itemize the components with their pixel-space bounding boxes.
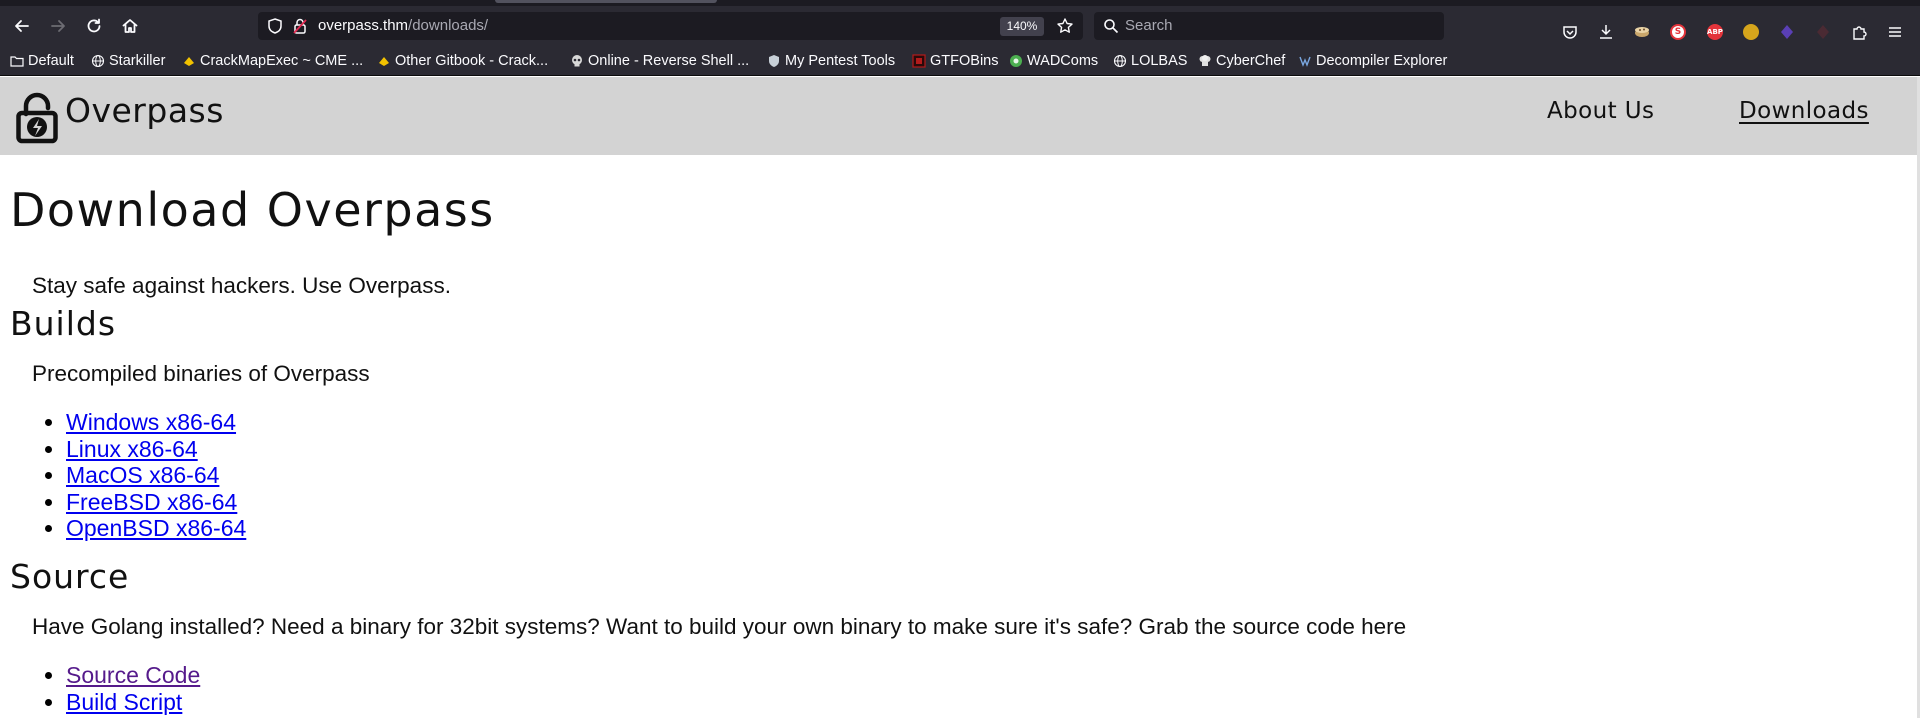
source-list: Source Code Build Script (66, 662, 200, 715)
folder-icon (10, 54, 24, 68)
bookmark-label: LOLBAS (1131, 53, 1188, 69)
download-icon (1600, 25, 1612, 39)
back-button[interactable] (7, 11, 37, 41)
home-button[interactable] (115, 11, 145, 41)
shield-icon (767, 54, 781, 68)
gitbook-icon (182, 54, 196, 68)
bookmark-label: CrackMapExec ~ CME ... (200, 53, 364, 69)
pocket-icon (1563, 26, 1577, 39)
url-text[interactable]: overpass.thm/downloads/ (318, 12, 488, 40)
url-path: /downloads/ (408, 17, 489, 34)
url-host: overpass.thm (318, 17, 409, 34)
bookmarks-toolbar: Default Starkiller CrackMapExec ~ CME ..… (0, 46, 1920, 76)
coin-icon (1743, 24, 1759, 40)
download-macos-link[interactable]: MacOS x86-64 (66, 462, 219, 488)
insecure-lock-icon[interactable] (291, 17, 309, 35)
wadcoms-icon (1009, 54, 1023, 68)
address-bar[interactable]: overpass.thm/downloads/ 140% (258, 12, 1083, 40)
arrow-left-icon (15, 20, 29, 32)
source-description: Have Golang installed? Need a binary for… (32, 614, 1407, 639)
navigation-toolbar: overpass.thm/downloads/ 140% Search S AB… (0, 6, 1920, 46)
bookmark-label: My Pentest Tools (785, 53, 896, 69)
bookmark-reverse-shell[interactable]: Online - Reverse Shell ... (570, 46, 749, 76)
list-item: Linux x86-64 (66, 436, 246, 463)
bookmark-decompiler-explorer[interactable]: Decompiler Explorer (1298, 46, 1447, 76)
bookmark-label: Starkiller (109, 53, 166, 69)
bookmark-other-gitbook[interactable]: Other Gitbook - Crack... (377, 46, 548, 76)
list-item: FreeBSD x86-64 (66, 489, 246, 516)
site-header: Overpass About Us Downloads (0, 77, 1917, 155)
forward-button[interactable] (43, 11, 73, 41)
globe-icon (1113, 54, 1127, 68)
gem-icon (1781, 25, 1793, 39)
bookmark-label: Online - Reverse Shell ... (588, 53, 750, 69)
download-openbsd-link[interactable]: OpenBSD x86-64 (66, 515, 246, 541)
arrow-right-icon (51, 20, 65, 32)
cookie-editor-icon (1635, 27, 1649, 37)
skull-icon (570, 54, 584, 68)
reload-icon (87, 18, 101, 33)
download-linux-link[interactable]: Linux x86-64 (66, 436, 198, 462)
bookmark-cyberchef[interactable]: CyberChef (1198, 46, 1285, 76)
decompiler-icon (1298, 54, 1312, 68)
dark-diamond-icon (1817, 25, 1829, 39)
download-windows-link[interactable]: Windows x86-64 (66, 409, 236, 435)
build-script-link[interactable]: Build Script (66, 689, 182, 715)
bookmark-crackmapexec[interactable]: CrackMapExec ~ CME ... (182, 46, 363, 76)
puzzle-icon (1853, 26, 1867, 40)
gtfobins-icon (912, 54, 926, 68)
bookmark-label: CyberChef (1216, 53, 1286, 69)
source-code-link[interactable]: Source Code (66, 662, 200, 688)
bookmark-lolbas[interactable]: LOLBAS (1113, 46, 1187, 76)
search-placeholder: Search (1125, 17, 1173, 34)
bookmark-label: Default (28, 53, 74, 69)
reload-button[interactable] (79, 11, 109, 41)
site-name[interactable]: Overpass (65, 91, 224, 130)
list-item: OpenBSD x86-64 (66, 515, 246, 542)
download-freebsd-link[interactable]: FreeBSD x86-64 (66, 489, 237, 515)
search-icon (1104, 19, 1119, 34)
nav-downloads[interactable]: Downloads (1739, 98, 1869, 124)
bookmark-label: Other Gitbook - Crack... (395, 53, 549, 69)
bookmark-gtfobins[interactable]: GTFOBins (912, 46, 998, 76)
chef-hat-icon (1198, 54, 1212, 68)
bookmark-default-folder[interactable]: Default (10, 46, 74, 76)
page-title: Download Overpass (10, 183, 495, 237)
list-item: Source Code (66, 662, 200, 689)
abp-icon: ABP (1707, 24, 1723, 40)
zoom-level-button[interactable]: 140% (1000, 17, 1044, 36)
builds-heading: Builds (10, 304, 117, 343)
active-tab-indicator[interactable] (495, 0, 717, 3)
bookmark-my-pentest-tools[interactable]: My Pentest Tools (767, 46, 895, 76)
gitbook-icon (377, 54, 391, 68)
tracking-protection-shield-icon[interactable] (266, 17, 284, 35)
bookmark-label: GTFOBins (930, 53, 999, 69)
bookmark-wadcoms[interactable]: WADComs (1009, 46, 1098, 76)
builds-description: Precompiled binaries of Overpass (32, 361, 370, 386)
bookmark-label: WADComs (1027, 53, 1099, 69)
overpass-padlock-logo-icon[interactable] (16, 92, 58, 144)
nav-about-us[interactable]: About Us (1547, 98, 1654, 124)
list-item: Windows x86-64 (66, 409, 246, 436)
bookmark-label: Decompiler Explorer (1316, 53, 1448, 69)
home-icon (122, 19, 138, 33)
globe-icon (91, 54, 105, 68)
page-viewport: Overpass About Us Downloads Download Ove… (0, 77, 1920, 718)
tagline: Stay safe against hackers. Use Overpass. (32, 273, 451, 298)
s-extension-icon: S (1670, 24, 1686, 40)
builds-list: Windows x86-64 Linux x86-64 MacOS x86-64… (66, 409, 246, 542)
source-heading: Source (10, 557, 130, 596)
list-item: Build Script (66, 689, 200, 716)
hamburger-menu-icon (1889, 27, 1901, 37)
list-item: MacOS x86-64 (66, 462, 246, 489)
search-bar[interactable]: Search (1094, 12, 1444, 40)
bookmark-starkiller[interactable]: Starkiller (91, 46, 165, 76)
bookmark-star-icon[interactable] (1056, 17, 1074, 35)
